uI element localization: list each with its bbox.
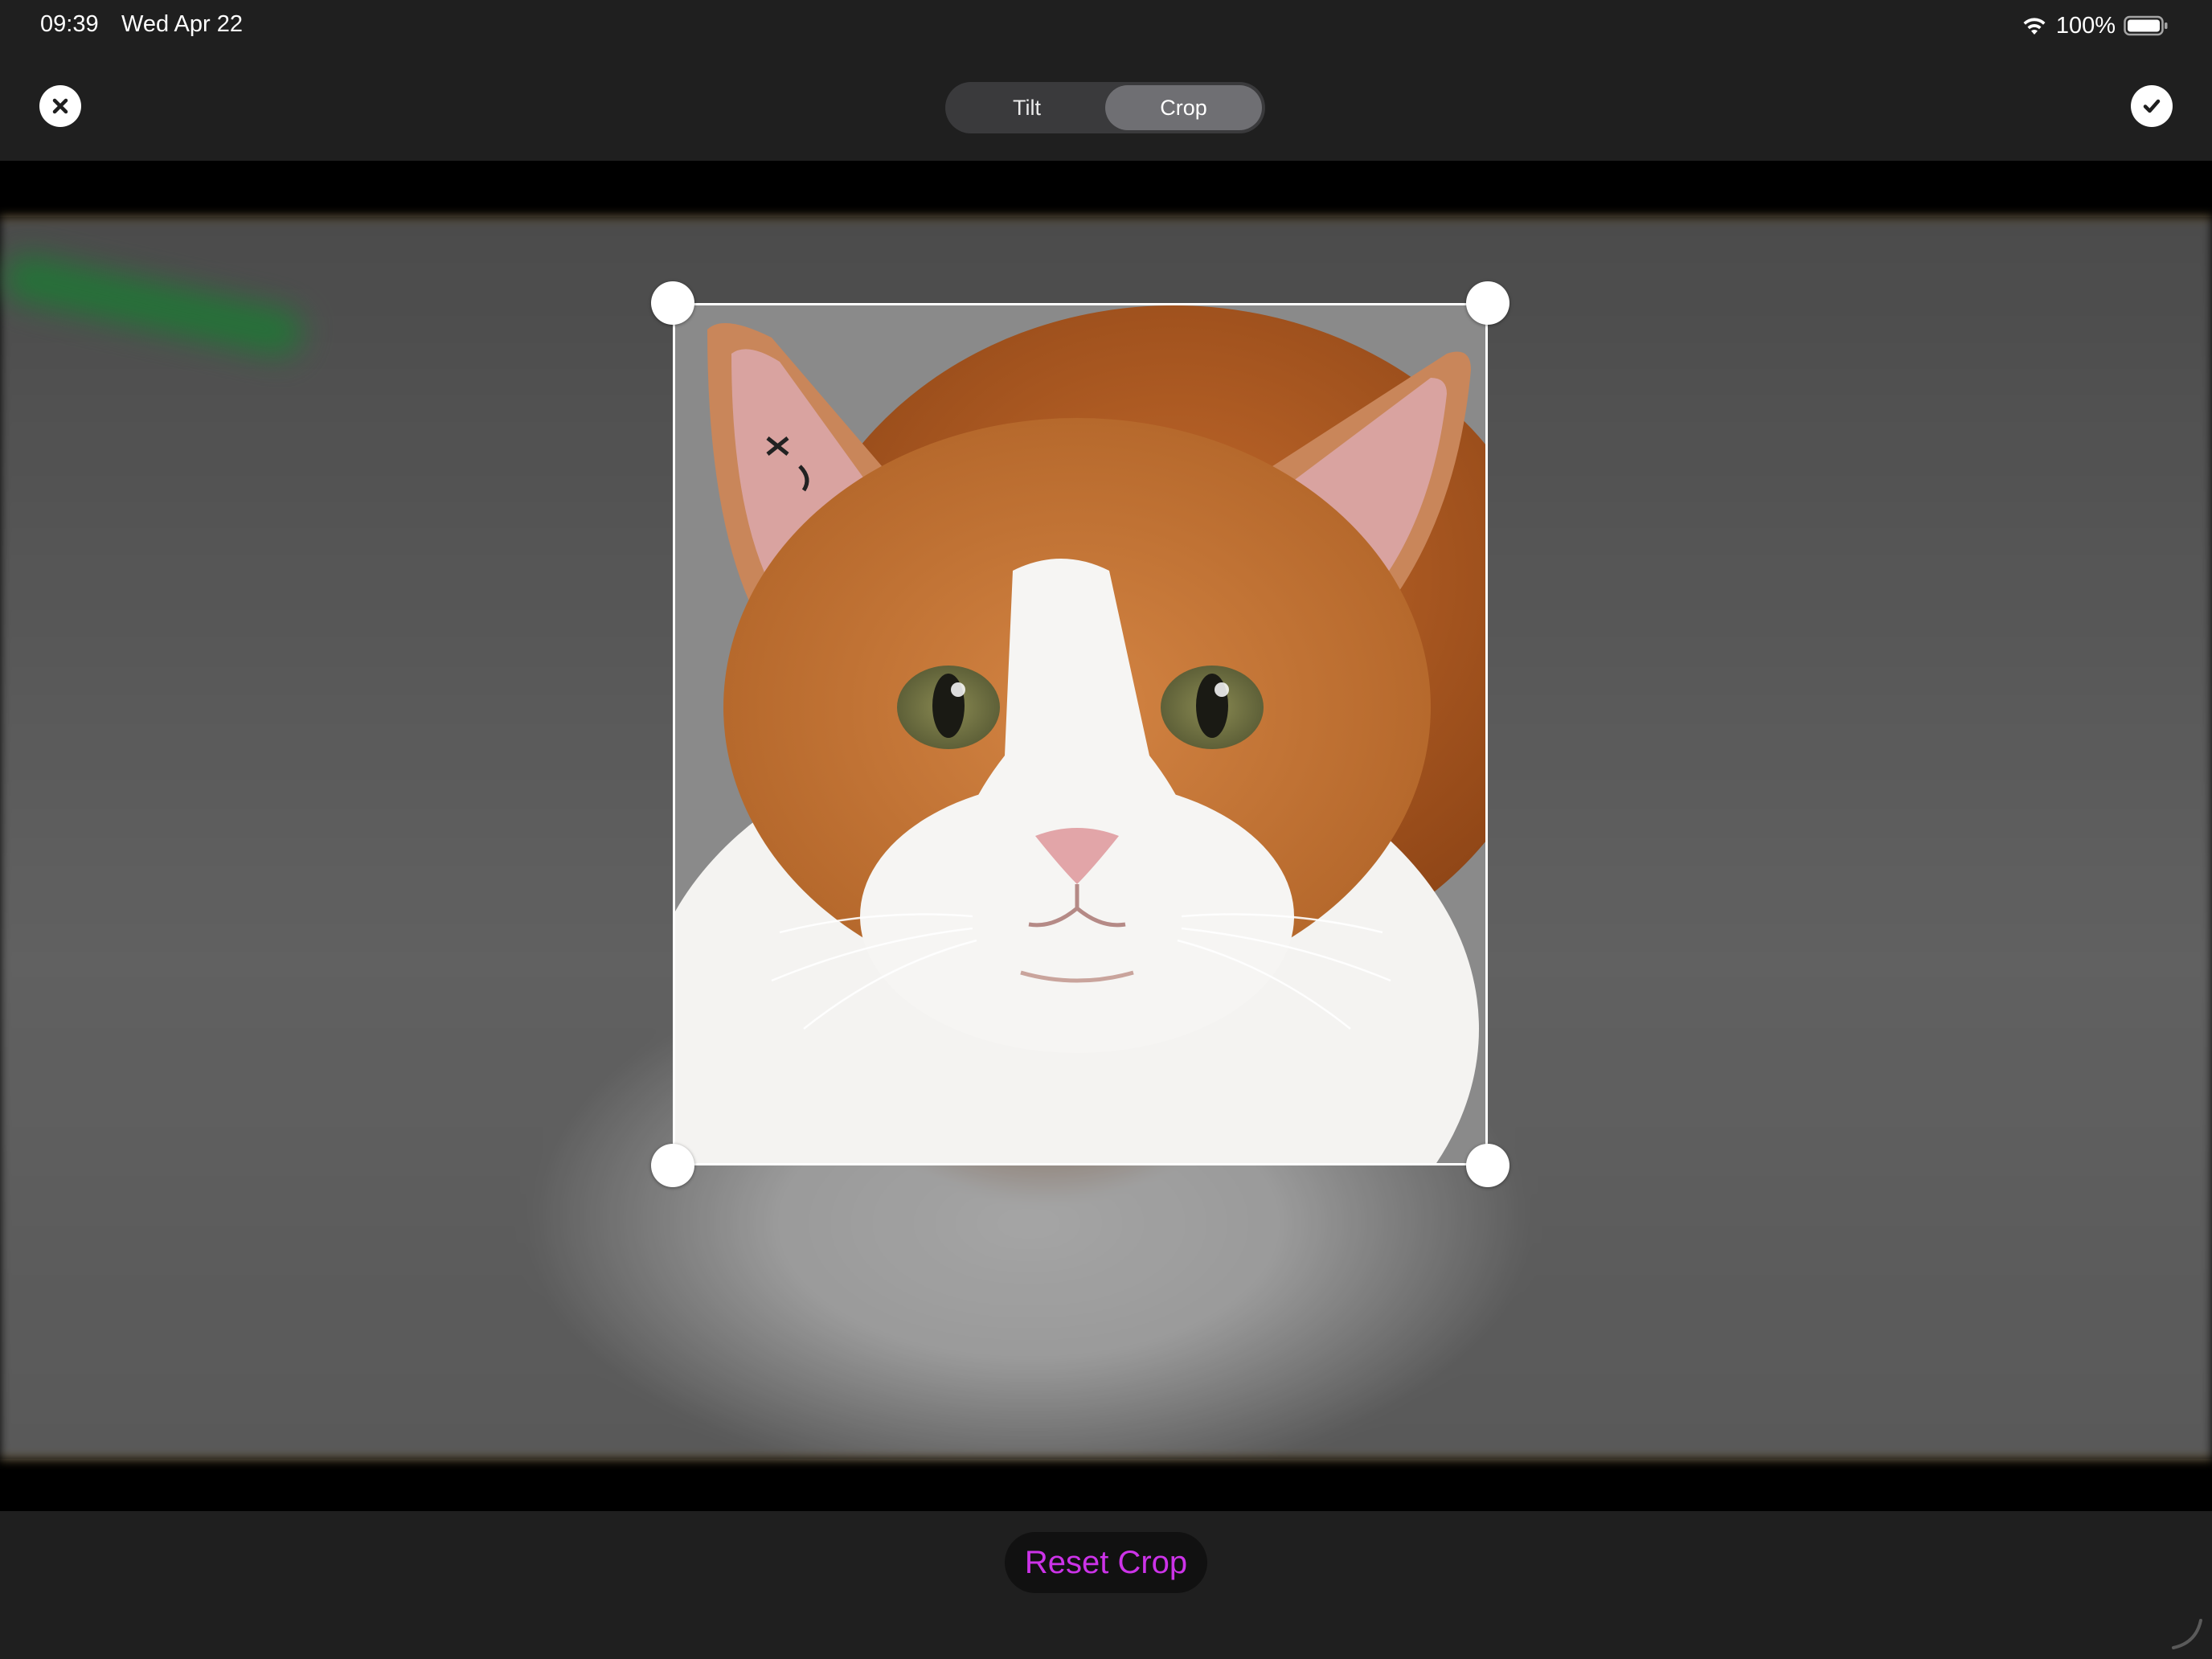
cancel-button[interactable] — [39, 85, 81, 127]
status-time: 09:39 — [40, 11, 99, 37]
resize-grip-icon[interactable] — [2169, 1616, 2204, 1651]
battery-percentage: 100% — [2055, 12, 2116, 39]
tab-tilt[interactable]: Tilt — [948, 85, 1105, 130]
status-date: Wed Apr 22 — [121, 11, 244, 37]
crop-handle-top-left[interactable] — [651, 281, 694, 325]
crop-handle-top-right[interactable] — [1466, 281, 1509, 325]
status-bar: 09:39 Wed Apr 22 100% — [0, 0, 2212, 51]
bottom-bar: Reset Crop — [0, 1511, 2212, 1659]
done-button[interactable] — [2131, 85, 2173, 127]
editor-toolbar: Tilt Crop — [0, 51, 2212, 161]
checkmark-icon — [2143, 99, 2161, 113]
photo-canvas[interactable] — [0, 161, 2212, 1511]
battery-icon — [2124, 15, 2168, 36]
mode-segmented-control: Tilt Crop — [945, 82, 1265, 133]
close-icon — [52, 98, 68, 114]
reset-crop-button[interactable]: Reset Crop — [1005, 1532, 1207, 1593]
crop-handle-bottom-left[interactable] — [651, 1144, 694, 1187]
crop-area[interactable] — [673, 303, 1488, 1165]
wifi-icon — [2023, 18, 2046, 35]
status-indicators: 100% — [2021, 11, 2169, 40]
crop-handle-bottom-right[interactable] — [1466, 1144, 1509, 1187]
tab-crop[interactable]: Crop — [1105, 85, 1262, 130]
cat-photo — [675, 305, 1485, 1163]
